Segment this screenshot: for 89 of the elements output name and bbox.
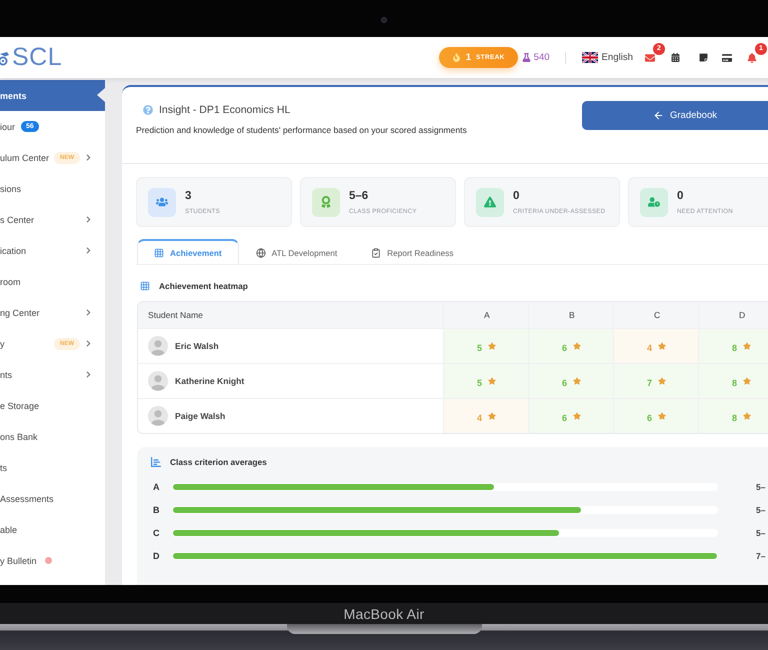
- student-name: Eric Walsh: [175, 341, 219, 351]
- warning-icon: [476, 188, 504, 216]
- page-title: Insight - DP1 Economics HL: [159, 104, 290, 116]
- globe-icon: [256, 248, 266, 258]
- sidebar-item[interactable]: Assessments: [0, 483, 105, 514]
- star-icon: [573, 342, 582, 350]
- score-value: 8: [732, 378, 738, 388]
- fire-icon: [452, 53, 461, 62]
- score-value: 6: [562, 412, 568, 422]
- uk-flag-icon: [582, 52, 598, 63]
- average-reading: 5–: [756, 528, 766, 538]
- student-name: Paige Walsh: [175, 411, 226, 421]
- avatar-icon: [148, 336, 168, 356]
- star-icon: [488, 377, 496, 385]
- language-button[interactable]: English: [582, 52, 633, 63]
- star-icon: [743, 342, 752, 350]
- sidebar-item[interactable]: s Center: [0, 204, 105, 235]
- section-title: Class criterion averages: [170, 457, 267, 467]
- sticky-note-icon[interactable]: [699, 53, 708, 62]
- column-header: D: [698, 302, 768, 328]
- column-header: B: [528, 302, 613, 328]
- model-label: MacBook Air: [344, 606, 424, 622]
- card-icon[interactable]: [722, 52, 732, 62]
- star-icon: [488, 342, 496, 350]
- star-icon: [658, 412, 666, 420]
- criterion-label: A: [153, 482, 160, 492]
- column-header: C: [613, 302, 698, 328]
- score-value: 4: [647, 342, 652, 352]
- star-icon: [658, 377, 666, 385]
- sidebar-item[interactable]: e Storage: [0, 390, 105, 421]
- mail-icon[interactable]: [645, 52, 655, 62]
- grid-icon: [154, 248, 164, 258]
- stat-value: 5–6: [349, 190, 370, 202]
- score-value: 5: [477, 378, 482, 388]
- score-value: 4: [477, 412, 482, 422]
- flask-icon: [522, 53, 531, 62]
- column-header: A: [443, 302, 528, 328]
- sidebar-item[interactable]: able: [0, 514, 105, 545]
- grid-icon: [140, 281, 150, 291]
- section-title: Achievement heatmap: [159, 281, 248, 291]
- sidebar-item[interactable]: ication: [0, 235, 105, 266]
- star-icon: [573, 412, 582, 420]
- sidebar-item[interactable]: ons Bank: [0, 421, 105, 452]
- average-reading: 5–: [756, 504, 766, 514]
- criterion-label: D: [153, 550, 160, 560]
- star-icon: [743, 377, 752, 385]
- stat-value: 0: [513, 190, 520, 202]
- gradebook-button[interactable]: Gradebook: [582, 101, 768, 130]
- award-icon: [312, 188, 340, 216]
- users-icon: [148, 188, 176, 216]
- score-value: 5: [477, 342, 482, 352]
- criterion-label: C: [153, 528, 160, 538]
- points-count: 540: [534, 52, 550, 63]
- average-reading: 7–: [756, 550, 766, 560]
- arrow-left-icon: [652, 110, 664, 121]
- sidebar-item[interactable]: ments: [0, 80, 105, 111]
- sidebar-item[interactable]: room: [0, 266, 105, 297]
- calendar-icon[interactable]: [671, 53, 680, 62]
- sidebar-item[interactable]: nts: [0, 359, 105, 390]
- stat-value: 3: [185, 190, 192, 202]
- score-value: 6: [562, 378, 568, 388]
- star-icon: [488, 412, 496, 420]
- user-clock-icon: [640, 188, 668, 216]
- score-value: 8: [732, 342, 738, 352]
- criterion-label: B: [153, 504, 160, 514]
- avatar-icon: [148, 406, 168, 426]
- sidebar-item[interactable]: sions: [0, 173, 105, 204]
- sidebar-item[interactable]: y Bulletin: [0, 545, 105, 576]
- camera-icon: [381, 17, 387, 23]
- average-reading: 5–: [756, 482, 766, 492]
- bell-icon[interactable]: [747, 52, 757, 62]
- logo-text: SCL: [12, 43, 62, 72]
- column-header: Student Name: [138, 302, 443, 328]
- score-value: 7: [647, 378, 652, 388]
- page-subtitle: Prediction and knowledge of students' performance based on your scored assignments: [136, 125, 467, 135]
- star-icon: [658, 342, 666, 350]
- star-icon: [573, 377, 582, 385]
- stat-value: 0: [677, 190, 684, 202]
- score-value: 6: [647, 412, 652, 422]
- score-value: 6: [562, 342, 568, 352]
- star-icon: [743, 412, 752, 420]
- bar-chart-icon: [151, 457, 161, 467]
- sidebar-item[interactable]: ng Center: [0, 297, 105, 328]
- avatar-icon: [148, 371, 168, 391]
- score-value: 8: [732, 412, 738, 422]
- clipboard-check-icon: [371, 248, 382, 258]
- student-name: Katherine Knight: [175, 376, 244, 386]
- sidebar-item[interactable]: ts: [0, 452, 105, 483]
- notch-icon: [97, 88, 105, 102]
